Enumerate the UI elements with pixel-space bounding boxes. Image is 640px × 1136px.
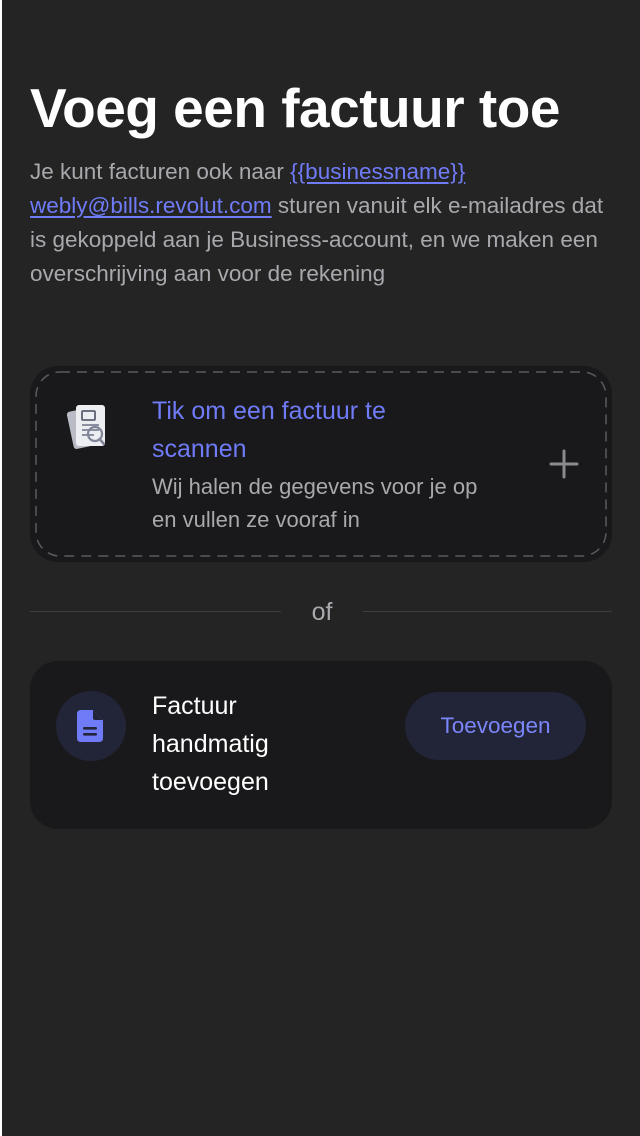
plus-icon[interactable] <box>549 449 579 479</box>
business-name-link[interactable]: {{businessname}} <box>290 159 465 184</box>
page-description: Je kunt facturen ook naar {{businessname… <box>30 155 620 291</box>
divider-line-right <box>363 611 612 612</box>
description-intro: Je kunt facturen ook naar <box>30 159 291 184</box>
divider-line-left <box>30 611 281 612</box>
add-button[interactable]: Toevoegen <box>405 692 586 760</box>
document-icon-container <box>56 691 126 761</box>
scan-card-title: Tik om een factuur te scannen <box>152 397 386 463</box>
email-link[interactable]: webly@bills.revolut.com <box>30 193 272 218</box>
manual-invoice-card: Factuur handmatig toevoegen Toevoegen <box>30 661 612 829</box>
divider-label: of <box>311 598 333 626</box>
scan-invoice-card[interactable]: Tik om een factuur te scannen Wij halen … <box>30 366 612 562</box>
page-title: Voeg een factuur toe <box>30 77 560 139</box>
scan-card-subtitle: Wij halen de gegevens voor je op en vull… <box>152 474 478 532</box>
manual-invoice-label: Factuur handmatig toevoegen <box>152 692 269 796</box>
add-invoice-screen: Voeg een factuur toe Je kunt facturen oo… <box>2 0 640 1136</box>
scan-invoice-icon <box>66 405 106 449</box>
document-icon <box>77 710 103 742</box>
